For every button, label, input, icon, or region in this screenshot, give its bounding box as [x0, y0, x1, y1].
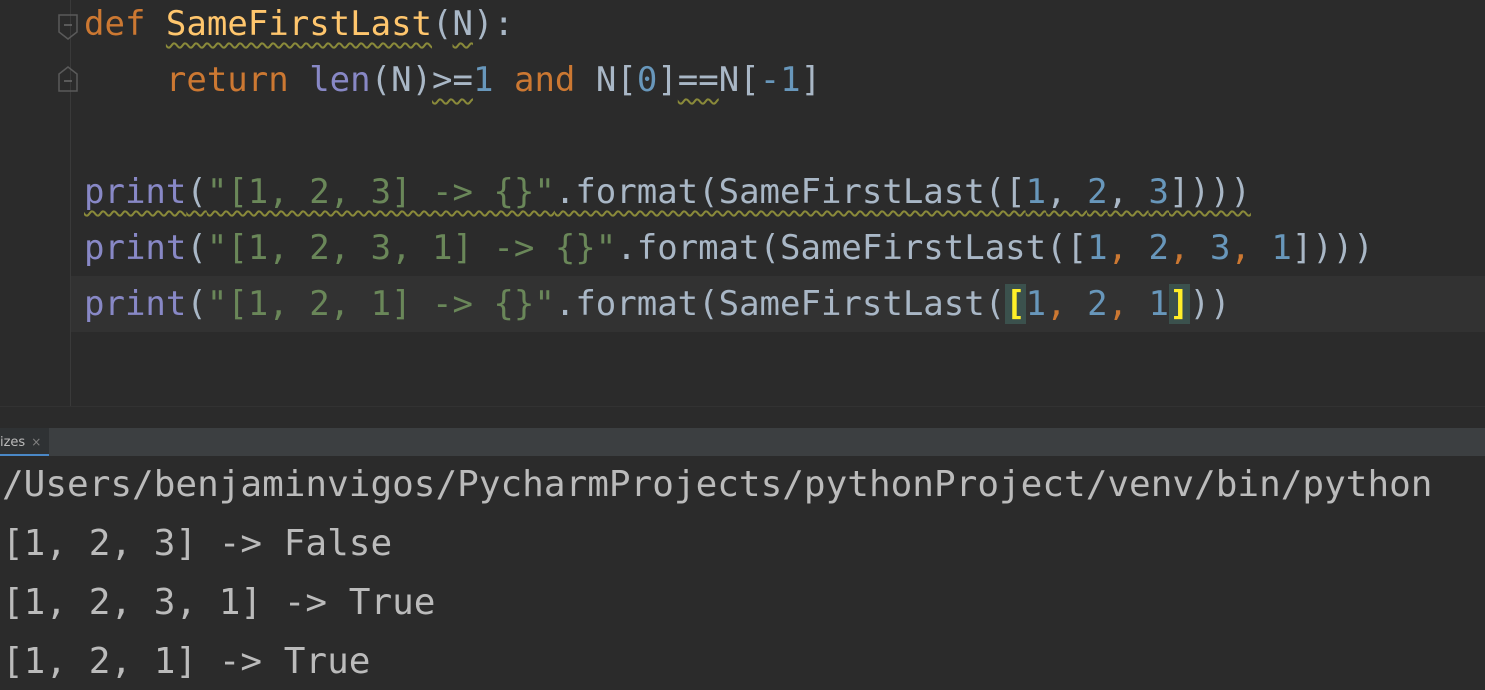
code-token: (: [432, 4, 453, 44]
code-line[interactable]: return len(N)>=1 and N[0]==N[-1]: [84, 52, 821, 108]
fold-start-icon[interactable]: [58, 14, 78, 40]
console-line-interpreter-path: /Users/benjaminvigos/PycharmProjects/pyt…: [2, 464, 1433, 505]
code-token: .format(SameFirstLast(: [554, 284, 1006, 324]
code-token: ]))): [1291, 228, 1374, 268]
code-token: 1: [1271, 228, 1292, 268]
code-token: .format(SameFirstLast([: [616, 228, 1088, 268]
panel-splitter[interactable]: [0, 406, 1485, 429]
console-line-output: [1, 2, 3, 1] -> True: [2, 582, 436, 623]
code-token: 1: [1087, 228, 1108, 268]
matched-bracket: [: [1005, 284, 1026, 324]
code-token: 1: [1025, 172, 1047, 212]
code-token: 0: [636, 60, 658, 100]
code-token: 3: [1209, 228, 1231, 268]
code-token: return: [165, 60, 289, 100]
close-icon[interactable]: ×: [31, 435, 41, 449]
code-token: "[1, 2, 1] -> {}": [206, 284, 555, 324]
code-token: N: [452, 4, 473, 44]
code-token: ):: [472, 4, 514, 44]
code-token: ,: [1230, 228, 1272, 268]
code-token: def: [84, 4, 146, 44]
code-token: print: [84, 172, 187, 212]
code-token: ,: [1107, 172, 1149, 212]
code-token: ,: [1046, 172, 1088, 212]
code-token: and: [513, 60, 576, 100]
code-token: ,: [1107, 228, 1149, 268]
fold-end-icon[interactable]: [58, 66, 78, 92]
code-token: (: [186, 228, 207, 268]
code-token: N[: [575, 60, 637, 100]
run-tab[interactable]: izes ×: [0, 428, 50, 456]
code-token: ,: [1168, 228, 1210, 268]
code-token: len: [309, 60, 371, 100]
editor-gutter: [0, 0, 78, 406]
code-line[interactable]: print("[1, 2, 1] -> {}".format(SameFirst…: [84, 276, 1230, 332]
code-token: >=: [432, 60, 473, 100]
run-console-output[interactable]: /Users/benjaminvigos/PycharmProjects/pyt…: [0, 456, 1485, 690]
code-token: .format(SameFirstLast([: [554, 172, 1026, 212]
code-token: (N): [370, 60, 433, 100]
run-tab-label: izes: [0, 435, 26, 450]
code-token: 2: [1087, 284, 1108, 324]
code-token: ]: [800, 60, 822, 100]
console-line-output: [1, 2, 3] -> False: [2, 523, 393, 564]
code-token: 1: [1148, 284, 1170, 324]
code-token: ,: [1107, 284, 1149, 324]
code-token: 2: [1148, 228, 1169, 268]
matched-bracket: ]: [1169, 284, 1190, 324]
code-token: SameFirstLast: [165, 4, 433, 44]
code-token: ==: [677, 60, 719, 100]
code-token: )): [1189, 284, 1231, 324]
console-line-output: [1, 2, 1] -> True: [2, 641, 371, 682]
code-line[interactable]: def SameFirstLast(N):: [84, 0, 514, 52]
code-token: (: [186, 284, 207, 324]
code-token: print: [84, 228, 187, 268]
code-token: ,: [1046, 284, 1088, 324]
code-token: ]: [657, 60, 678, 100]
code-token: "[1, 2, 3, 1] -> {}": [206, 228, 617, 268]
code-line[interactable]: print("[1, 2, 3, 1] -> {}".format(SameFi…: [84, 220, 1374, 276]
code-token: -1: [759, 60, 801, 100]
code-token: 1: [1025, 284, 1047, 324]
code-line[interactable]: print("[1, 2, 3] -> {}".format(SameFirst…: [84, 164, 1251, 220]
code-token: print: [84, 284, 187, 324]
code-token: (: [186, 172, 207, 212]
code-token: ]))): [1169, 172, 1251, 212]
code-token: 1: [473, 60, 494, 100]
code-token: "[1, 2, 3] -> {}": [206, 172, 555, 212]
code-token: 2: [1087, 172, 1108, 212]
code-editor[interactable]: def SameFirstLast(N): return len(N)>=1 a…: [0, 0, 1485, 406]
run-tool-window-header: izes ×: [0, 428, 1485, 457]
code-token: 3: [1148, 172, 1170, 212]
code-token: N[: [718, 60, 760, 100]
